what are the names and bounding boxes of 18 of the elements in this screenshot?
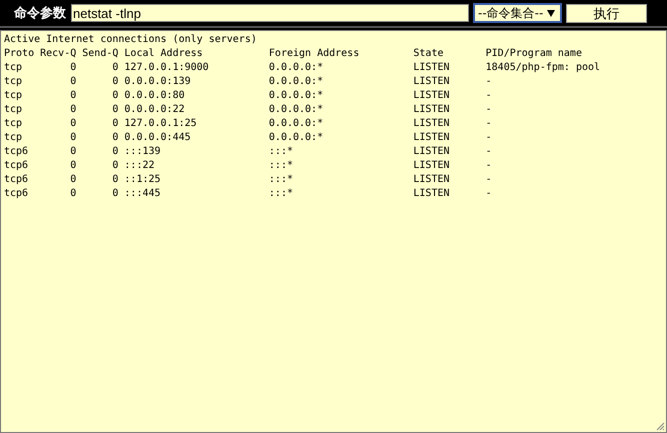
output-line: tcp 0 0 0.0.0.0:80 0.0.0.0:* LISTEN -: [4, 89, 492, 103]
command-field[interactable]: netstat -tlnp: [71, 4, 469, 22]
output-line: tcp6 0 0 :::445 :::* LISTEN -: [4, 187, 492, 201]
output-line: tcp 0 0 0.0.0.0:22 0.0.0.0:* LISTEN -: [4, 103, 492, 117]
command-select[interactable]: --命令集合--: [473, 3, 562, 23]
output-line: tcp 0 0 0.0.0.0:139 0.0.0.0:* LISTEN -: [4, 75, 492, 89]
run-button[interactable]: 执行: [566, 4, 647, 22]
output-line: tcp 0 0 127.0.0.1:25 0.0.0.0:* LISTEN -: [4, 117, 492, 131]
output-line: tcp 0 0 127.0.0.1:9000 0.0.0.0:* LISTEN 18405/php-fpm: pool: [4, 61, 600, 75]
output-line: tcp 0 0 0.0.0.0:445 0.0.0.0:* LISTEN -: [4, 131, 492, 145]
output-line: Proto Recv-Q Send-Q Local Address Foreign Address State PID/Program name: [4, 47, 582, 61]
output-line: tcp6 0 0 :::139 :::* LISTEN -: [4, 145, 492, 159]
dropdown-arrow-icon: [547, 10, 556, 16]
output-line: Active Internet connections (only servers): [4, 33, 257, 47]
output-line: tcp6 0 0 ::1:25 :::* LISTEN -: [4, 173, 492, 187]
command-label: 命令参数: [14, 5, 66, 22]
resize-grip-icon[interactable]: [656, 422, 665, 431]
output-line: tcp6 0 0 :::22 :::* LISTEN -: [4, 159, 492, 173]
